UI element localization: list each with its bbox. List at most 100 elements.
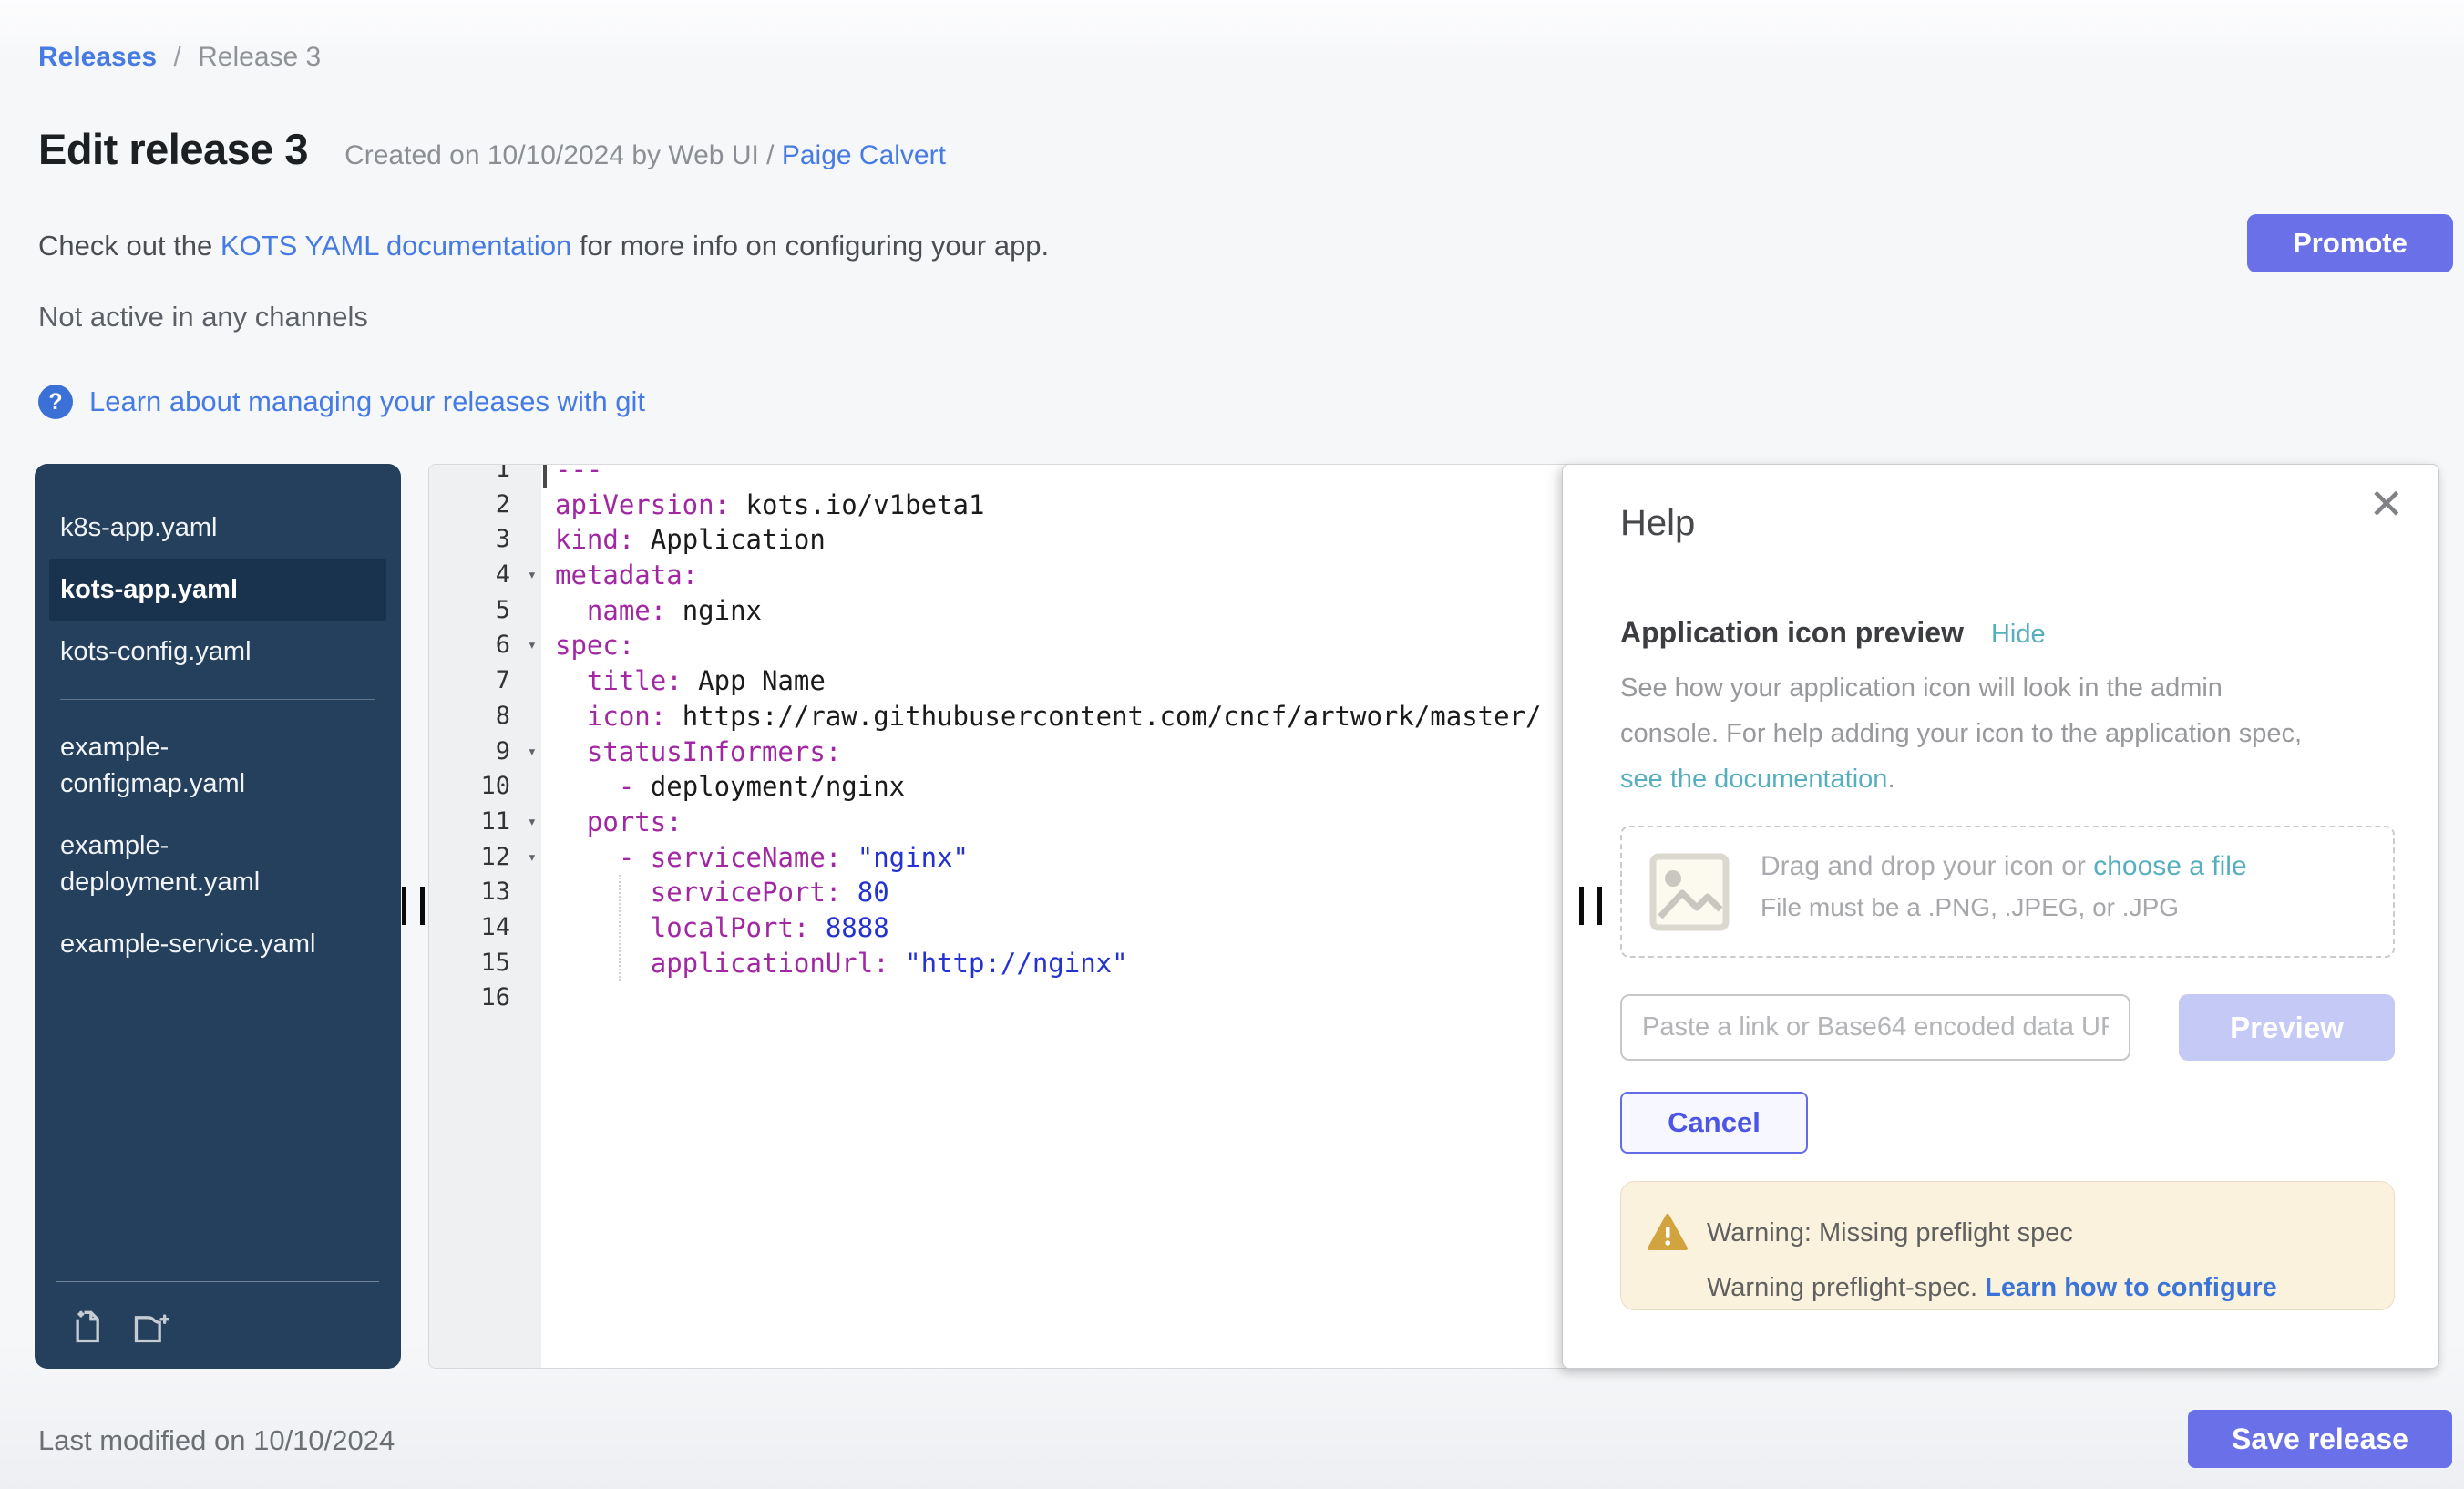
warning-icon — [1647, 1213, 1689, 1256]
help-panel: ✕ Help Application icon preview Hide See… — [1562, 464, 2439, 1369]
cancel-button[interactable]: Cancel — [1620, 1092, 1808, 1154]
icon-preview-title: Application icon preview — [1620, 616, 1964, 650]
file-list-divider — [60, 699, 375, 700]
code-text: apiVersion: kots.io/v1beta1 — [541, 488, 984, 523]
icon-preview-description: See how your application icon will look … — [1620, 665, 2302, 802]
add-folder-icon[interactable] — [129, 1306, 173, 1346]
line-number: 1 — [429, 464, 541, 488]
learn-git-link[interactable]: Learn about managing your releases with … — [89, 385, 645, 418]
configure-preflight-link[interactable]: Learn how to configure — [1985, 1273, 2277, 1302]
breadcrumb-separator: / — [173, 42, 180, 72]
code-text — [541, 981, 555, 1016]
save-release-button[interactable]: Save release — [2188, 1410, 2452, 1468]
line-number: 14 — [429, 910, 541, 946]
learn-row: ? Learn about managing your releases wit… — [38, 385, 645, 419]
sidebar-file-kots-app-yaml[interactable]: kots-app.yaml — [49, 559, 386, 621]
line-number: 10 — [429, 769, 541, 805]
file-type-hint: File must be a .PNG, .JPEG, or .JPG — [1761, 893, 2247, 922]
line-number: 6▾ — [429, 628, 541, 663]
sidebar-file-example-service-yaml[interactable]: example-service.yaml — [49, 913, 386, 975]
docs-prefix: Check out the — [38, 230, 221, 262]
code-text: servicePort: 80 — [541, 875, 889, 910]
warning-detail: Warning preflight-spec. Learn how to con… — [1707, 1273, 2277, 1303]
fold-arrow-icon[interactable]: ▾ — [528, 805, 537, 840]
code-text: name: nginx — [541, 593, 762, 629]
sidebar-file-k8s-app-yaml[interactable]: k8s-app.yaml — [49, 497, 386, 559]
icon-dropzone[interactable]: Drag and drop your icon or choose a file… — [1620, 826, 2395, 958]
resize-bar — [402, 887, 406, 925]
title-row: Edit release 3 Created on 10/10/2024 by … — [38, 124, 946, 174]
sidebar-file-kots-config-yaml[interactable]: kots-config.yaml — [49, 621, 386, 683]
hide-link[interactable]: Hide — [1991, 620, 2046, 650]
docs-suffix: for more info on configuring your app. — [571, 230, 1049, 262]
code-text: spec: — [541, 628, 634, 663]
description-line2: console. For help adding your icon to th… — [1620, 719, 2302, 748]
breadcrumb: Releases / Release 3 — [38, 42, 321, 73]
description-period: . — [1887, 765, 1894, 794]
icon-preview-header: Application icon preview Hide — [1620, 616, 2046, 650]
line-number: 8 — [429, 699, 541, 734]
line-number: 15 — [429, 946, 541, 981]
resize-bar — [1579, 887, 1584, 925]
image-placeholder-icon — [1649, 853, 1730, 936]
resize-bar — [1597, 887, 1602, 925]
fold-arrow-icon[interactable]: ▾ — [528, 734, 537, 770]
warning-title: Warning: Missing preflight spec — [1707, 1218, 2073, 1248]
line-number: 13 — [429, 875, 541, 910]
warning-detail-text: Warning preflight-spec. — [1707, 1273, 1985, 1302]
file-list: k8s-app.yamlkots-app.yamlkots-config.yam… — [35, 464, 401, 975]
close-icon[interactable]: ✕ — [2368, 483, 2404, 525]
dropzone-text: Drag and drop your icon or choose a file… — [1761, 851, 2247, 922]
sidebar-file-example-deployment-yaml[interactable]: example- deployment.yaml — [49, 815, 386, 913]
created-info: Created on 10/10/2024 by Web UI / Paige … — [344, 140, 946, 171]
line-number: 2 — [429, 488, 541, 523]
fold-arrow-icon[interactable]: ▾ — [528, 558, 537, 593]
icon-url-input[interactable] — [1620, 994, 2130, 1061]
drop-instruction: Drag and drop your icon or — [1761, 851, 2093, 881]
promote-button[interactable]: Promote — [2247, 214, 2453, 272]
line-number: 5 — [429, 593, 541, 629]
editor-cursor — [543, 465, 547, 488]
code-text: title: App Name — [541, 663, 826, 699]
resize-bar — [420, 887, 425, 925]
fold-arrow-icon[interactable]: ▾ — [528, 840, 537, 876]
help-title: Help — [1620, 503, 1695, 544]
question-icon: ? — [38, 385, 73, 419]
indent-guide — [619, 875, 621, 981]
line-number: 9▾ — [429, 734, 541, 770]
code-text: kind: Application — [541, 522, 826, 558]
breadcrumb-current: Release 3 — [198, 42, 321, 72]
code-text: - deployment/nginx — [541, 769, 905, 805]
add-file-icon[interactable] — [69, 1306, 109, 1346]
kots-docs-link[interactable]: KOTS YAML documentation — [221, 230, 571, 262]
code-text: statusInformers: — [541, 734, 841, 770]
sidebar-resize-handle[interactable] — [402, 887, 425, 925]
description-line1: See how your application icon will look … — [1620, 673, 2223, 703]
line-number: 12▾ — [429, 840, 541, 876]
preview-button[interactable]: Preview — [2179, 994, 2395, 1061]
breadcrumb-releases-link[interactable]: Releases — [38, 42, 157, 72]
created-author-link[interactable]: Paige Calvert — [782, 140, 946, 170]
see-documentation-link[interactable]: see the documentation — [1620, 765, 1887, 794]
code-text: - serviceName: "nginx" — [541, 840, 969, 876]
line-number: 7 — [429, 663, 541, 699]
fold-arrow-icon[interactable]: ▾ — [528, 628, 537, 663]
workspace: k8s-app.yamlkots-app.yamlkots-config.yam… — [0, 464, 2464, 1369]
line-number: 4▾ — [429, 558, 541, 593]
code-text: --- — [541, 464, 602, 488]
preflight-warning: Warning: Missing preflight spec Warning … — [1620, 1181, 2395, 1310]
channel-status-text: Not active in any channels — [38, 301, 368, 334]
line-number: 16 — [429, 981, 541, 1016]
last-modified-text: Last modified on 10/10/2024 — [38, 1424, 395, 1457]
code-text: ports: — [541, 805, 683, 840]
choose-file-link[interactable]: choose a file — [2093, 851, 2246, 881]
code-text: icon: https://raw.githubusercontent.com/… — [541, 699, 1542, 734]
line-number: 11▾ — [429, 805, 541, 840]
sidebar-file-example-configmap-yaml[interactable]: example- configmap.yaml — [49, 716, 386, 815]
created-text: Created on 10/10/2024 by Web UI / — [344, 140, 782, 170]
file-sidebar: k8s-app.yamlkots-app.yamlkots-config.yam… — [35, 464, 401, 1369]
help-panel-resize-handle[interactable] — [1579, 887, 1602, 925]
page-title: Edit release 3 — [38, 124, 308, 174]
docs-line: Check out the KOTS YAML documentation fo… — [38, 230, 1049, 262]
code-text: metadata: — [541, 558, 698, 593]
